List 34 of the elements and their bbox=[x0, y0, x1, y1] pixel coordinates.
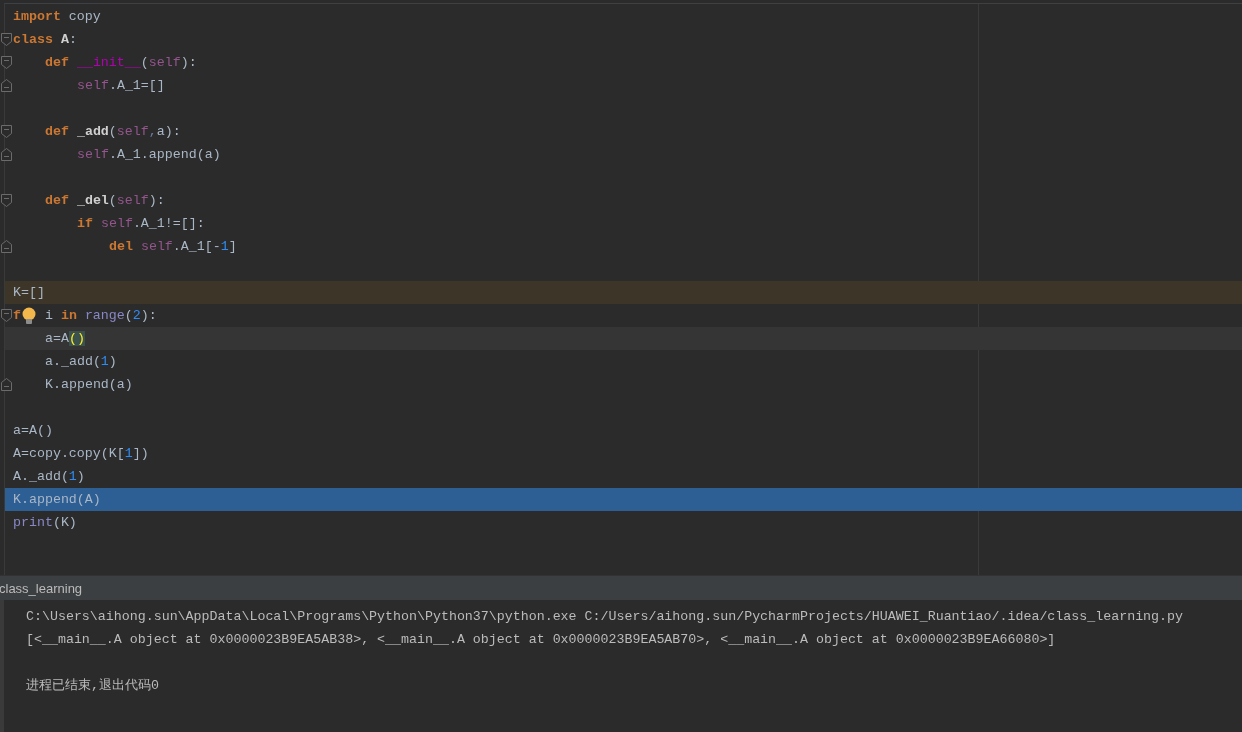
code-text: print(K) bbox=[13, 515, 77, 530]
fold-marker-icon[interactable] bbox=[1, 194, 12, 207]
code-text: A._add(1) bbox=[13, 469, 85, 484]
fold-marker-icon[interactable] bbox=[1, 378, 12, 391]
lightbulb-icon[interactable] bbox=[21, 306, 37, 325]
code-text: def __init__(self): bbox=[45, 55, 197, 70]
code-text: if self.A_1!=[]: bbox=[77, 216, 205, 231]
code-text: a=A() bbox=[45, 331, 85, 346]
code-text: import copy bbox=[13, 9, 101, 24]
code-text: f bbox=[13, 308, 21, 323]
fold-marker-icon[interactable] bbox=[1, 148, 12, 161]
code-text: def _del(self): bbox=[45, 193, 165, 208]
fold-marker-icon[interactable] bbox=[1, 309, 12, 322]
code-text: self.A_1.append(a) bbox=[77, 147, 221, 162]
code-text: A=copy.copy(K[1]) bbox=[13, 446, 149, 461]
fold-marker-icon[interactable] bbox=[1, 125, 12, 138]
fold-marker-icon[interactable] bbox=[1, 33, 12, 46]
code-text: class A: bbox=[13, 32, 77, 47]
run-tab[interactable]: class_learning bbox=[0, 580, 83, 596]
fold-marker-icon[interactable] bbox=[1, 56, 12, 69]
code-text: a._add(1) bbox=[45, 354, 117, 369]
code-text: del self.A_1[-1] bbox=[109, 239, 237, 254]
console-output-line: [<__main__.A object at 0x0000023B9EA5AB38>, <__main__.A object at 0x0000023B9EA5AB70>, <__main__.A object at 0x0000023B9EA66080>] bbox=[26, 631, 1057, 649]
code-text: def _add(self,a): bbox=[45, 124, 181, 139]
code-text: a=A() bbox=[13, 423, 53, 438]
console-output-line: C:\Users\aihong.sun\AppData\Local\Programs\Python\Python37\python.exe C:/Users/aihong.sun/PycharmProjects/HUAWEI_Ruantiao/.idea/class_learning.py bbox=[26, 608, 1185, 626]
code-text: K.append(A) bbox=[13, 492, 101, 507]
fold-marker-icon[interactable] bbox=[1, 79, 12, 92]
code-text: i in range(2): bbox=[43, 308, 157, 323]
code-text: K=[] bbox=[13, 285, 45, 300]
fold-marker-icon[interactable] bbox=[1, 240, 12, 253]
console-output-line: 进程已结束,退出代码0 bbox=[26, 677, 160, 695]
code-text: K.append(a) bbox=[45, 377, 133, 392]
code-text: self.A_1=[] bbox=[77, 78, 165, 93]
